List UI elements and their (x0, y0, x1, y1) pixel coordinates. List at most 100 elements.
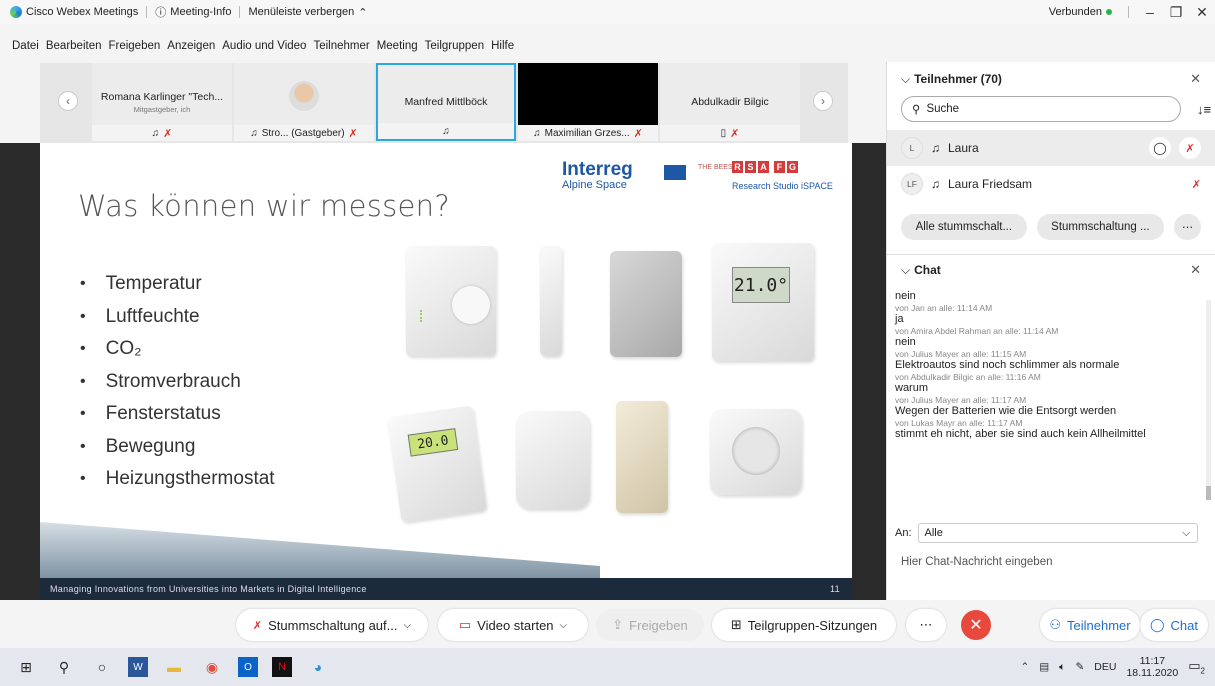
strip-prev-button[interactable]: ‹ (58, 91, 78, 111)
webex-logo-icon (10, 6, 22, 18)
research-studio-label: Research Studio iSPACE (732, 181, 833, 191)
mute-toggle-button[interactable]: ✗ Stummschaltung auf... ⌵ (236, 609, 428, 641)
recipient-select[interactable]: Alle ⌵ (917, 523, 1198, 543)
menu-teilgruppen[interactable]: Teilgruppen (425, 40, 484, 58)
menu-teilnehmer[interactable]: Teilnehmer (313, 40, 369, 58)
end-meeting-icon[interactable]: ✕ (961, 610, 991, 640)
pen-icon[interactable]: ✎ (1075, 661, 1084, 673)
bullet-item: Temperatur (80, 268, 275, 301)
app-title: Cisco Webex Meetings (26, 6, 139, 18)
meeting-info-button[interactable]: ⓘ Meeting-Info (155, 4, 231, 20)
avatar: LF (901, 173, 923, 195)
audio-icon: ♫ (250, 127, 258, 139)
status-dot-icon (1106, 9, 1112, 15)
speaking-icon: ♫ (442, 125, 450, 137)
eu-flag-icon (664, 165, 686, 180)
participant-row[interactable]: LF ♫ Laura Friedsam ✗ (887, 166, 1215, 202)
close-chat-icon[interactable]: ✕ (1190, 262, 1201, 278)
chat-bubble-icon[interactable]: ◯ (1149, 137, 1171, 159)
clock[interactable]: 11:17 18.11.2020 (1126, 655, 1178, 679)
bullet-item: Fensterstatus (80, 398, 275, 431)
search-icon[interactable]: ⚲ (52, 657, 76, 677)
restore-icon[interactable]: ❐ (1163, 4, 1189, 21)
heating-thermostat-image: 20.0 (387, 405, 487, 523)
volume-icon[interactable]: 🔈︎ (1059, 661, 1065, 674)
alpine-space-label: Alpine Space (562, 179, 627, 191)
tray-chevron-up-icon[interactable]: ⌃ (1020, 661, 1029, 673)
video-tile[interactable]: Abdulkadir Bilgic ▯ ✗ (660, 63, 800, 141)
menu-hilfe[interactable]: Hilfe (491, 40, 514, 58)
recipient-label: An: (895, 527, 912, 539)
mic-muted-icon: ✗ (730, 127, 740, 140)
chat-header[interactable]: ⌵ Chat ✕ (887, 255, 1215, 285)
windows-start-icon[interactable]: ⊞ (14, 657, 38, 677)
window-sensor-image (540, 246, 562, 356)
file-explorer-icon[interactable]: ▬ (162, 657, 186, 677)
minimize-icon[interactable]: – (1137, 4, 1163, 20)
menu-freigeben[interactable]: Freigeben (108, 40, 160, 58)
hide-menu-button[interactable]: Menüleiste verbergen ⌃ (248, 6, 367, 19)
rsa-fg-logo: R S A F G (732, 161, 798, 173)
mute-button[interactable]: Stummschaltung ... (1036, 214, 1165, 240)
language-indicator[interactable]: DEU (1094, 661, 1116, 673)
interreg-logo: Interreg (562, 159, 633, 180)
video-tile[interactable]: Romana Karlinger "Tech... Mitgastgeber, … (92, 63, 232, 141)
close-participants-icon[interactable]: ✕ (1190, 71, 1201, 87)
menu-audio-video[interactable]: Audio und Video (222, 40, 306, 58)
participant-row[interactable]: L ♫ Laura ◯ ✗ (887, 130, 1215, 166)
meeting-controls: ✗ Stummschaltung auf... ⌵ ▭ Video starte… (0, 600, 1215, 648)
chat-button[interactable]: ◯ Chat (1140, 609, 1208, 641)
video-tile[interactable]: ♫ Maximilian Grzes... ✗ (518, 63, 658, 141)
start-video-button[interactable]: ▭ Video starten ⌵ (438, 609, 588, 641)
smoke-sensor-image (516, 411, 590, 509)
mute-all-button[interactable]: Alle stummschalt... (901, 214, 1027, 240)
display-temperature: 21.0° (732, 267, 790, 303)
participant-search-input[interactable]: ⚲ Suche (901, 96, 1181, 122)
mic-muted-icon: ✗ (1191, 178, 1201, 191)
slide-footer: Managing Innovations from Universities i… (40, 578, 852, 600)
bullet-list: Temperatur Luftfeuchte CO₂ Stromverbrauc… (80, 268, 275, 496)
chevron-left-icon: ‹ (66, 94, 70, 108)
chrome-icon[interactable]: ◉ (200, 657, 224, 677)
share-button[interactable]: ⇪ Freigeben (596, 609, 704, 641)
menu-bearbeiten[interactable]: Bearbeiten (46, 40, 102, 58)
chat-message-input[interactable]: Hier Chat-Nachricht eingeben (901, 556, 1053, 568)
audio-icon: ♫ (533, 127, 541, 139)
breakout-sessions-button[interactable]: ⊞ Teilgruppen-Sitzungen (712, 609, 896, 641)
bullet-item: Bewegung (80, 431, 275, 464)
mic-muted-icon[interactable]: ✗ (1179, 137, 1201, 159)
menu-datei[interactable]: Datei (12, 40, 39, 58)
strip-next-button[interactable]: › (813, 91, 833, 111)
chevron-down-icon: ⌵ (403, 619, 412, 631)
menu-anzeigen[interactable]: Anzeigen (167, 40, 215, 58)
participants-header[interactable]: ⌵ Teilnehmer (70) ✕ (887, 62, 1215, 96)
chat-scrollbar[interactable] (1206, 300, 1211, 500)
slide-page-number: 11 (830, 584, 840, 594)
more-options-icon[interactable]: ⋯ (906, 609, 946, 641)
wall-display-image: 21.0° (712, 243, 814, 361)
connection-status: Verbunden (1048, 6, 1102, 18)
participants-button[interactable]: ⚇ Teilnehmer (1040, 609, 1140, 641)
chevron-down-icon: ⌵ (1182, 526, 1191, 539)
mic-muted-icon: ✗ (163, 127, 173, 140)
webex-icon[interactable]: ◕ (306, 657, 330, 677)
word-icon[interactable]: W (128, 657, 148, 677)
more-options-icon[interactable]: ⋯ (1174, 214, 1201, 240)
chat-bubble-icon: ◯ (1149, 617, 1165, 632)
sort-icon[interactable]: ↓≡ (1197, 102, 1211, 117)
avatar: L (901, 137, 923, 159)
slide-logos: Interreg Alpine Space THE BEES R S A F G… (562, 159, 852, 199)
chevron-down-icon: ⌵ (901, 262, 911, 277)
video-tile[interactable]: ♫ Stro... (Gastgeber) ✗ (234, 63, 374, 141)
menu-meeting[interactable]: Meeting (377, 40, 418, 58)
outlook-icon[interactable]: O (238, 657, 258, 677)
close-icon[interactable]: ✕ (1189, 4, 1215, 21)
cortana-icon[interactable]: ○ (90, 657, 114, 677)
avatar (289, 81, 319, 111)
menu-bar: Datei Bearbeiten Freigeben Anzeigen Audi… (0, 40, 514, 58)
video-tile-active-speaker[interactable]: Manfred Mittlböck ♫ (376, 63, 516, 141)
network-icon[interactable]: ▤ (1039, 661, 1049, 673)
notifications-icon[interactable]: ▭2 (1188, 658, 1205, 676)
mic-muted-icon: ✗ (348, 127, 358, 140)
netflix-icon[interactable]: N (272, 657, 292, 677)
